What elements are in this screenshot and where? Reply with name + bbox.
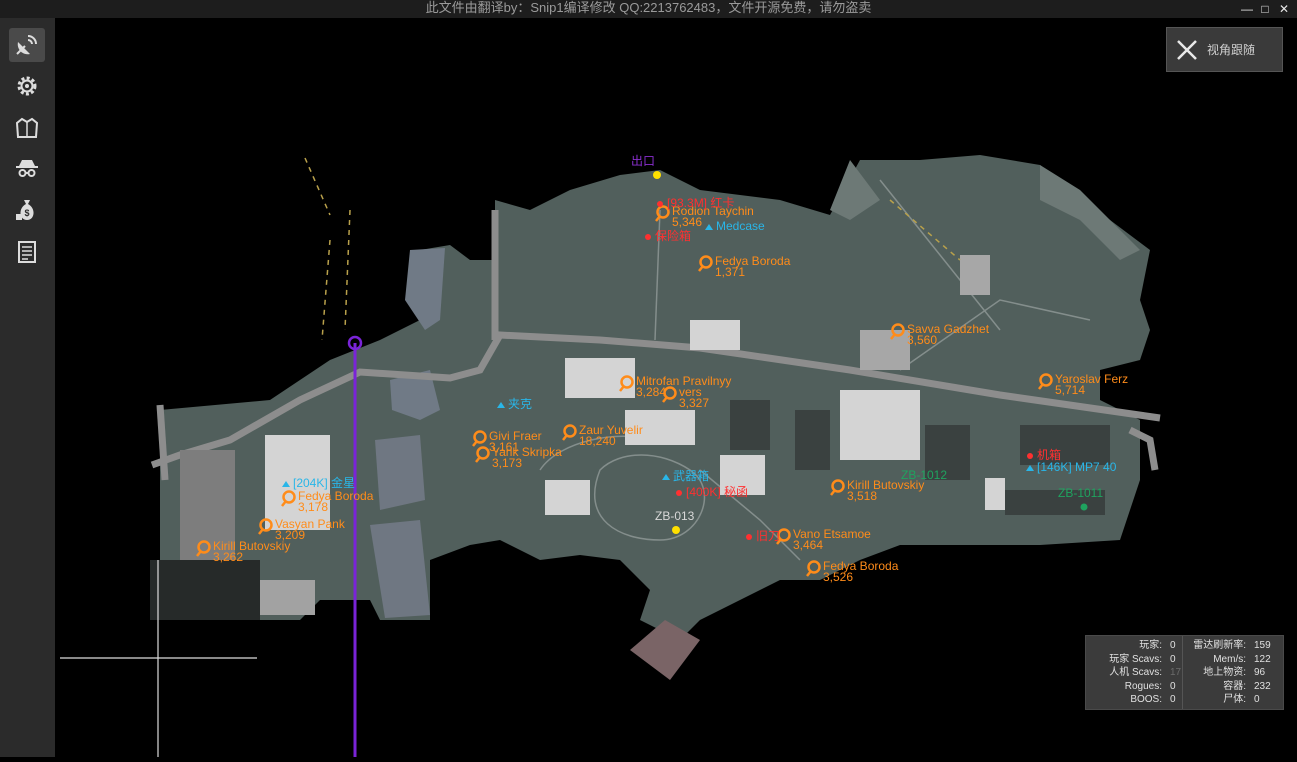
loot-dot (746, 534, 752, 540)
jacket-icon (15, 117, 39, 138)
loot-marker[interactable]: [93.3M] 红卡 (657, 195, 734, 210)
stats-panel: 玩家: 0 玩家 Scavs: 0 人机 Scavs: 17 Rogues: 0 BOO… (1085, 635, 1284, 710)
gear-icon (17, 76, 37, 96)
stats-divider (1182, 636, 1183, 709)
sidebar-item-settings[interactable] (9, 69, 45, 103)
stat-key: 玩家 Scavs: (1109, 653, 1162, 665)
extract-label: ZB-1012 (901, 468, 947, 482)
spy-icon (16, 160, 38, 177)
stat-row: 雷达刷新率: 159 (1184, 639, 1284, 653)
player-distance: 18,240 (579, 434, 616, 448)
loot-dot (645, 234, 651, 240)
maximize-button[interactable]: □ (1256, 1, 1274, 17)
loot-marker[interactable]: [400K] 秘函 (676, 485, 748, 499)
player-distance: 3,178 (298, 500, 328, 514)
loot-label: 武器箱 (673, 468, 709, 483)
stat-key: 地上物资: (1203, 667, 1246, 678)
money-bag-icon: $ (16, 200, 34, 220)
sidebar-item-radar[interactable] (9, 28, 45, 62)
stat-row: 人机 Scavs: 17 (1086, 666, 1182, 680)
loot-label: 旧刀 (756, 529, 780, 543)
extract-label: ZB-013 (655, 509, 695, 523)
stat-value: 0 (1170, 640, 1176, 651)
window-title: 此文件由翻译by：Snip1编译修改 QQ:2213762483，文件开源免费，… (425, 0, 872, 15)
sidebar: $ (0, 18, 55, 757)
stat-row: 尸体: 0 (1184, 693, 1284, 707)
loot-marker[interactable]: [204K] 金星 (282, 475, 355, 490)
minimize-button[interactable]: — (1238, 1, 1256, 17)
stat-key: BOOS: (1130, 694, 1162, 705)
loot-label: 夹克 (508, 397, 532, 411)
loot-label: Medcase (716, 219, 765, 233)
title-bar: 此文件由翻译by：Snip1编译修改 QQ:2213762483，文件开源免费，… (0, 0, 1297, 18)
stat-row: Rogues: 0 (1086, 680, 1182, 694)
stat-key: Rogues: (1124, 680, 1162, 692)
stat-value: 0 (1170, 694, 1176, 705)
loot-label: [204K] 金星 (293, 475, 355, 490)
extract-label: ZB-1011 (1058, 486, 1103, 500)
stat-row: 容器: 232 (1184, 680, 1284, 694)
player-distance: 3,526 (823, 570, 853, 584)
follow-view-label: 视角跟随 (1207, 43, 1256, 57)
loot-dot (1027, 453, 1033, 459)
stat-row: Mem/s: 122 (1184, 653, 1284, 667)
loot-label: 保险箱 (655, 228, 691, 243)
svg-text:$: $ (24, 208, 29, 218)
extract-marker[interactable]: 出口 (631, 154, 655, 168)
player-distance: 3,560 (907, 333, 937, 347)
loot-dot (657, 201, 663, 207)
extract-label: 出口 (631, 154, 655, 168)
loot-label: [400K] 秘函 (686, 485, 748, 499)
stat-value: 0 (1170, 653, 1176, 665)
sidebar-item-gear[interactable] (9, 111, 45, 145)
extract-marker[interactable]: ZB-1012 (901, 468, 947, 482)
player-distance: 3,327 (679, 396, 709, 410)
stat-value: 232 (1254, 680, 1271, 692)
player-distance: 3,262 (213, 550, 243, 564)
radar-icon (16, 35, 37, 55)
stats-right-column: 雷达刷新率: 159 Mem/s: 122 地上物资: 96 容器: 232 尸体: 0 (1184, 639, 1284, 707)
player-distance: 3,464 (793, 538, 823, 552)
stat-row: 玩家 Scavs: 0 (1086, 653, 1182, 667)
stat-row: BOOS: 0 (1086, 693, 1182, 707)
player-distance: 3,518 (847, 489, 877, 503)
player-distance: 3,173 (492, 456, 522, 470)
stat-value: 96 (1254, 667, 1266, 678)
player-distance: 3,284 (636, 385, 666, 399)
stat-key: 尸体: (1223, 694, 1246, 705)
close-window-button[interactable]: ✕ (1275, 1, 1293, 17)
sidebar-item-loot[interactable]: $ (9, 193, 45, 227)
stat-key: 人机 Scavs: (1109, 667, 1162, 678)
stats-left-column: 玩家: 0 玩家 Scavs: 0 人机 Scavs: 17 Rogues: 0 BOO… (1086, 639, 1182, 707)
stat-key: 容器: (1223, 680, 1246, 692)
stat-value: 17 (1170, 667, 1182, 678)
loot-label: [93.3M] 红卡 (667, 195, 734, 210)
player-distance: 5,346 (672, 215, 702, 229)
loot-label: [146K] MP7 40 (1037, 460, 1117, 474)
follow-view-button[interactable]: 视角跟随 (1166, 27, 1283, 72)
stat-value: 0 (1254, 694, 1260, 705)
sidebar-item-list[interactable] (9, 235, 45, 269)
close-icon (1177, 39, 1197, 60)
stat-value: 159 (1254, 640, 1271, 651)
stat-row: 地上物资: 96 (1184, 666, 1284, 680)
stat-value: 0 (1170, 680, 1176, 692)
player-distance: 1,371 (715, 265, 745, 279)
extract-marker[interactable]: ZB-013 (655, 509, 695, 523)
stat-row: 玩家: 0 (1086, 639, 1182, 653)
stat-key: Mem/s: (1213, 653, 1246, 665)
loot-dot (676, 490, 682, 496)
extract-marker[interactable]: ZB-1011 (1058, 486, 1103, 500)
sidebar-item-players[interactable] (9, 152, 45, 186)
player-distance: 5,714 (1055, 383, 1085, 397)
stat-key: 雷达刷新率: (1193, 640, 1246, 651)
stat-key: 玩家: (1139, 640, 1162, 651)
loot-marker[interactable]: [146K] MP7 40 (1026, 460, 1117, 474)
list-icon (18, 241, 36, 263)
stat-value: 122 (1254, 653, 1271, 665)
